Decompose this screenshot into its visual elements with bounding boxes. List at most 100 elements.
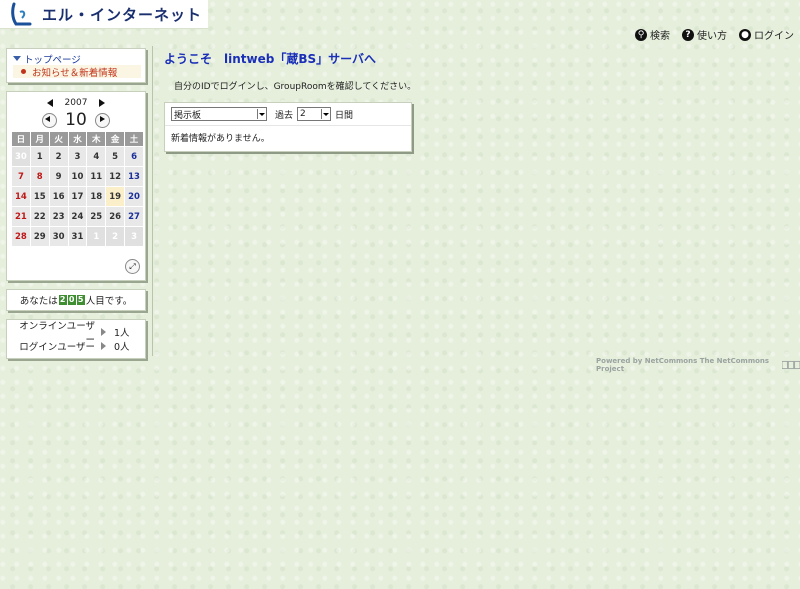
column-divider	[152, 46, 153, 356]
search-icon: ⚲	[635, 28, 647, 41]
login-users-label: ログインユーザー	[19, 342, 95, 353]
arrow-right-icon	[101, 342, 106, 350]
calendar-day[interactable]: 30	[49, 227, 68, 246]
whats-new-controls: 掲示板 過去 2 日間	[165, 103, 411, 126]
visitor-prefix: あなたは	[19, 296, 58, 307]
counter-digit: 5	[76, 295, 85, 305]
calendar-day[interactable]: 20	[125, 187, 143, 206]
calendar-day[interactable]: 16	[49, 187, 68, 206]
calendar-day[interactable]: 30	[12, 147, 30, 166]
calendar-day[interactable]: 22	[30, 207, 49, 226]
login-link-label: ログイン	[754, 31, 794, 42]
menu-item-top-page-label: トップページ	[24, 54, 81, 66]
online-users-count: 1人	[114, 328, 130, 339]
calendar-day[interactable]: 21	[12, 207, 30, 226]
search-link[interactable]: ⚲ 検索	[635, 27, 670, 42]
calendar-month-row: 10	[11, 109, 141, 131]
module-select[interactable]: 掲示板	[171, 107, 267, 121]
days-select[interactable]: 2	[297, 107, 332, 121]
user-icon: ●	[739, 28, 751, 41]
calendar-day[interactable]: 29	[30, 227, 49, 246]
left-column: トップページ お知らせ＆新着情報 2007 10 日 月 火 水 木 金 土 3…	[6, 48, 146, 367]
weekday-header: 月	[30, 132, 49, 146]
online-users-row: オンラインユーザー 1人	[13, 321, 139, 346]
calendar-day[interactable]: 12	[106, 167, 125, 186]
search-link-label: 検索	[650, 31, 670, 42]
next-year-icon[interactable]	[99, 98, 106, 107]
expand-icon[interactable]: ⤢	[125, 259, 140, 274]
prev-month-icon	[45, 115, 51, 122]
visitor-counter-box: あなたは 2 0 5 人目です。	[6, 289, 146, 311]
calendar-day[interactable]: 5	[106, 147, 125, 166]
prev-year-icon[interactable]	[46, 98, 53, 107]
calendar-day[interactable]: 1	[87, 227, 106, 246]
calendar-day[interactable]: 11	[87, 167, 106, 186]
counter-digit: 2	[58, 295, 67, 305]
menu-item-top-page[interactable]: トップページ	[13, 52, 141, 66]
logo-icon	[11, 2, 32, 26]
calendar-day[interactable]: 4	[87, 147, 106, 166]
netcommons-logo-icon	[782, 360, 800, 370]
calendar-weekday-row: 日 月 火 水 木 金 土	[12, 132, 143, 146]
counter-digit: 0	[67, 295, 76, 305]
calendar-day[interactable]: 28	[12, 227, 30, 246]
calendar-day[interactable]: 14	[12, 187, 30, 206]
powered-by: Powered by NetCommons The NetCommons Pro…	[596, 357, 800, 373]
login-link[interactable]: ● ログイン	[739, 27, 794, 42]
calendar-day[interactable]: 8	[30, 167, 49, 186]
calendar-grid: 日 月 火 水 木 金 土 30 1 2 3 4 5 6 7 8 9 10 11…	[11, 131, 144, 247]
weekday-header: 火	[49, 132, 68, 146]
site-logo[interactable]: エル・インターネット	[0, 0, 208, 29]
calendar-week-row: 21 22 23 24 25 26 27	[12, 207, 143, 226]
weekday-header: 木	[87, 132, 106, 146]
calendar-year: 2007	[64, 97, 88, 108]
weekday-header: 金	[106, 132, 125, 146]
calendar-week-row: 14 15 16 17 18 19 20	[12, 187, 143, 206]
weekday-header: 日	[12, 132, 30, 146]
weekday-header: 水	[68, 132, 87, 146]
calendar-day[interactable]: 2	[106, 227, 125, 246]
days-select-value: 2	[300, 109, 306, 119]
login-users-row: ログインユーザー 0人	[13, 339, 139, 353]
calendar-day[interactable]: 1	[30, 147, 49, 166]
arrow-right-icon	[101, 328, 106, 336]
calendar-day[interactable]: 26	[106, 207, 125, 226]
calendar-day-today[interactable]: 19	[106, 187, 125, 206]
calendar-day[interactable]: 3	[125, 227, 143, 246]
next-month-button[interactable]	[94, 112, 110, 128]
weekday-header: 土	[125, 132, 143, 146]
calendar-day[interactable]: 15	[30, 187, 49, 206]
calendar-box: 2007 10 日 月 火 水 木 金 土 30 1 2 3 4 5 6 7 8…	[6, 91, 146, 281]
calendar-year-row: 2007	[11, 96, 141, 109]
calendar-day[interactable]: 31	[68, 227, 87, 246]
calendar-day[interactable]: 23	[49, 207, 68, 226]
calendar-day[interactable]: 3	[68, 147, 87, 166]
main-content: ようこそ lintweb「蔵BS」サーバへ 自分のIDでログインし、GroupR…	[164, 50, 416, 152]
whats-new-box: 掲示板 過去 2 日間 新着情報がありません。	[164, 102, 412, 152]
calendar-day[interactable]: 18	[87, 187, 106, 206]
calendar-day[interactable]: 17	[68, 187, 87, 206]
empty-message: 新着情報がありません。	[171, 134, 270, 144]
online-users-box: オンラインユーザー 1人 ログインユーザー 0人	[6, 319, 146, 359]
calendar-day[interactable]: 9	[49, 167, 68, 186]
help-link-label: 使い方	[697, 31, 727, 42]
prev-month-button[interactable]	[42, 112, 58, 128]
calendar-day[interactable]: 27	[125, 207, 143, 226]
calendar-week-row: 28 29 30 31 1 2 3	[12, 227, 143, 246]
module-select-value: 掲示板	[174, 110, 202, 121]
calendar-day[interactable]: 6	[125, 147, 143, 166]
past-label: 過去	[275, 110, 294, 121]
calendar-day[interactable]: 10	[68, 167, 87, 186]
help-link[interactable]: ? 使い方	[682, 27, 727, 42]
calendar-day[interactable]: 7	[12, 167, 30, 186]
calendar-day[interactable]: 2	[49, 147, 68, 166]
calendar-day[interactable]: 13	[125, 167, 143, 186]
calendar-day[interactable]: 24	[68, 207, 87, 226]
calendar-day[interactable]: 25	[87, 207, 106, 226]
visitor-counter: 2 0 5	[58, 295, 85, 305]
calendar-month: 10	[65, 110, 87, 130]
chevron-down-icon	[321, 109, 330, 119]
login-users-count: 0人	[114, 342, 130, 353]
menu-item-news[interactable]: お知らせ＆新着情報	[13, 65, 141, 79]
next-month-icon	[99, 115, 105, 122]
